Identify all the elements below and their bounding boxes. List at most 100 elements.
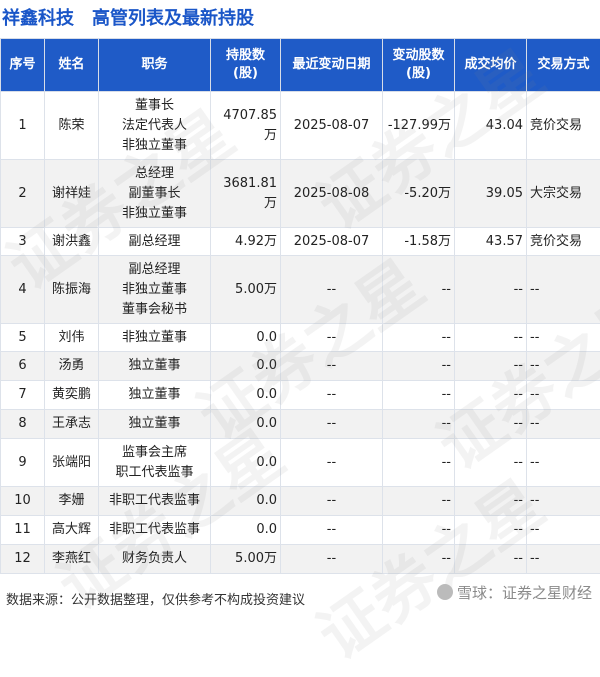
table-row: 5刘伟非独立董事0.0-------- [1, 324, 600, 352]
table-body: 1陈荣董事长法定代表人非独立董事4707.85万2025-08-07-127.9… [1, 92, 600, 574]
cell-date: -- [281, 410, 383, 439]
cell-roles: 副总经理非独立董事董事会秘书 [99, 256, 211, 324]
page-title: 高管列表及最新持股 [92, 4, 254, 30]
cell-change: -- [383, 410, 455, 439]
cell-change: -127.99万 [383, 92, 455, 160]
cell-shares: 0.0 [211, 410, 281, 439]
table-row: 9张端阳监事会主席职工代表监事0.0-------- [1, 439, 600, 487]
column-header: 职务 [99, 39, 211, 92]
cell-roles: 非职工代表监事 [99, 487, 211, 516]
cell-name: 黄奕鹏 [45, 381, 99, 410]
cell-roles: 独立董事 [99, 352, 211, 381]
cell-shares: 0.0 [211, 352, 281, 381]
company-name: 祥鑫科技 [2, 4, 74, 30]
cell-price: 43.57 [455, 228, 527, 256]
table-row: 10李姗非职工代表监事0.0-------- [1, 487, 600, 516]
cell-change: -- [383, 439, 455, 487]
cell-price: -- [455, 410, 527, 439]
cell-date: -- [281, 545, 383, 574]
cell-price: -- [455, 324, 527, 352]
cell-no: 7 [1, 381, 45, 410]
cell-name: 汤勇 [45, 352, 99, 381]
cell-method: -- [527, 256, 600, 324]
cell-change: -1.58万 [383, 228, 455, 256]
table-row: 2谢祥娃总经理副董事长非独立董事3681.81万2025-08-08-5.20万… [1, 160, 600, 228]
cell-price: -- [455, 439, 527, 487]
cell-date: 2025-08-07 [281, 92, 383, 160]
cell-shares: 0.0 [211, 516, 281, 545]
cell-shares: 4.92万 [211, 228, 281, 256]
cell-date: 2025-08-07 [281, 228, 383, 256]
snowball-icon [437, 584, 453, 600]
brand-text: 雪球：证券之星财经 [457, 584, 592, 602]
table-row: 1陈荣董事长法定代表人非独立董事4707.85万2025-08-07-127.9… [1, 92, 600, 160]
cell-date: -- [281, 256, 383, 324]
title-bar: 祥鑫科技 高管列表及最新持股 [0, 0, 600, 34]
table-row: 3谢洪鑫副总经理4.92万2025-08-07-1.58万43.57竞价交易 [1, 228, 600, 256]
cell-name: 张端阳 [45, 439, 99, 487]
cell-shares: 4707.85万 [211, 92, 281, 160]
cell-price: -- [455, 545, 527, 574]
cell-no: 9 [1, 439, 45, 487]
cell-name: 谢祥娃 [45, 160, 99, 228]
column-header: 最近变动日期 [281, 39, 383, 92]
cell-date: -- [281, 381, 383, 410]
cell-change: -- [383, 352, 455, 381]
cell-method: 竞价交易 [527, 92, 600, 160]
column-header: 持股数(股) [211, 39, 281, 92]
cell-no: 5 [1, 324, 45, 352]
cell-name: 陈荣 [45, 92, 99, 160]
table-row: 4陈振海副总经理非独立董事董事会秘书5.00万-------- [1, 256, 600, 324]
cell-price: 43.04 [455, 92, 527, 160]
cell-roles: 独立董事 [99, 410, 211, 439]
cell-name: 谢洪鑫 [45, 228, 99, 256]
cell-method: -- [527, 352, 600, 381]
cell-price: -- [455, 516, 527, 545]
cell-roles: 非独立董事 [99, 324, 211, 352]
cell-shares: 5.00万 [211, 545, 281, 574]
cell-name: 李燕红 [45, 545, 99, 574]
cell-no: 4 [1, 256, 45, 324]
cell-change: -- [383, 381, 455, 410]
cell-change: -5.20万 [383, 160, 455, 228]
cell-method: -- [527, 487, 600, 516]
cell-method: -- [527, 381, 600, 410]
cell-roles: 非职工代表监事 [99, 516, 211, 545]
cell-shares: 0.0 [211, 487, 281, 516]
cell-name: 刘伟 [45, 324, 99, 352]
cell-name: 王承志 [45, 410, 99, 439]
cell-shares: 0.0 [211, 439, 281, 487]
cell-method: -- [527, 545, 600, 574]
table-row: 8王承志独立董事0.0-------- [1, 410, 600, 439]
column-header: 交易方式 [527, 39, 600, 92]
cell-no: 1 [1, 92, 45, 160]
column-header: 序号 [1, 39, 45, 92]
cell-date: 2025-08-08 [281, 160, 383, 228]
cell-change: -- [383, 516, 455, 545]
cell-roles: 独立董事 [99, 381, 211, 410]
table-row: 11高大辉非职工代表监事0.0-------- [1, 516, 600, 545]
cell-shares: 5.00万 [211, 256, 281, 324]
cell-change: -- [383, 545, 455, 574]
cell-no: 6 [1, 352, 45, 381]
cell-price: -- [455, 352, 527, 381]
cell-no: 2 [1, 160, 45, 228]
cell-method: -- [527, 324, 600, 352]
cell-roles: 董事长法定代表人非独立董事 [99, 92, 211, 160]
table-header-row: 序号姓名职务持股数(股)最近变动日期变动股数(股)成交均价交易方式 [1, 39, 600, 92]
column-header: 变动股数(股) [383, 39, 455, 92]
cell-name: 李姗 [45, 487, 99, 516]
cell-price: -- [455, 381, 527, 410]
cell-price: -- [455, 256, 527, 324]
cell-shares: 0.0 [211, 324, 281, 352]
table-row: 7黄奕鹏独立董事0.0-------- [1, 381, 600, 410]
data-source-note: 数据来源：公开数据整理，仅供参考不构成投资建议 [6, 589, 305, 608]
cell-price: 39.05 [455, 160, 527, 228]
column-header: 姓名 [45, 39, 99, 92]
cell-no: 11 [1, 516, 45, 545]
cell-date: -- [281, 439, 383, 487]
cell-name: 陈振海 [45, 256, 99, 324]
cell-name: 高大辉 [45, 516, 99, 545]
table-row: 6汤勇独立董事0.0-------- [1, 352, 600, 381]
table-row: 12李燕红财务负责人5.00万-------- [1, 545, 600, 574]
